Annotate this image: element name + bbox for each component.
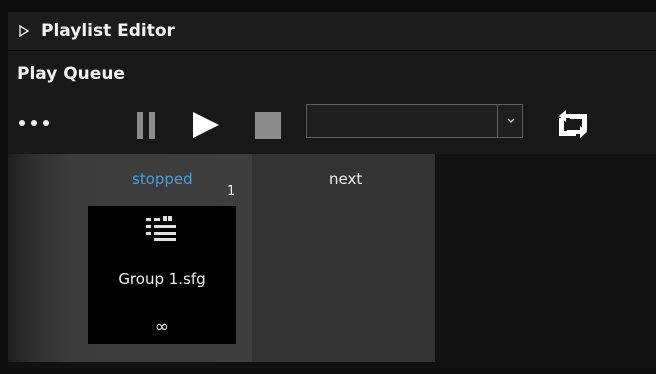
pause-icon — [137, 112, 155, 139]
playlist-group-icon — [146, 216, 176, 241]
chevron-down-icon[interactable] — [497, 105, 523, 137]
window-title: Playlist Editor — [41, 21, 175, 41]
title-bar[interactable]: Playlist Editor — [8, 12, 656, 51]
stop-button[interactable] — [252, 108, 286, 142]
stop-icon — [255, 112, 281, 139]
repeat-icon — [559, 110, 587, 138]
playback-toolbar — [8, 100, 656, 146]
play-button[interactable] — [189, 108, 223, 142]
pause-button[interactable] — [134, 108, 160, 142]
next-label: next — [329, 170, 363, 188]
queue-area: stopped 1 Group 1.sfg ∞ next — [8, 154, 656, 368]
play-queue-heading: Play Queue — [17, 64, 125, 84]
group-file-name: Group 1.sfg — [118, 270, 206, 288]
play-icon — [193, 112, 219, 138]
playlist-editor-window: Playlist Editor Play Queue stopped 1 Gro… — [8, 12, 656, 368]
next-slot[interactable]: next — [252, 154, 435, 362]
triangle-right-icon[interactable] — [19, 24, 31, 38]
status-label: stopped — [132, 170, 193, 188]
current-slot[interactable]: stopped 1 Group 1.sfg ∞ — [8, 154, 252, 362]
playlist-select[interactable] — [306, 104, 523, 138]
repeat-button[interactable] — [555, 108, 591, 142]
index-badge: 1 — [227, 184, 236, 199]
playlist-group-card[interactable]: Group 1.sfg ∞ — [88, 206, 236, 344]
empty-slot-area — [435, 154, 656, 362]
ellipsis-icon[interactable] — [19, 118, 53, 128]
loop-infinity: ∞ — [154, 317, 170, 337]
